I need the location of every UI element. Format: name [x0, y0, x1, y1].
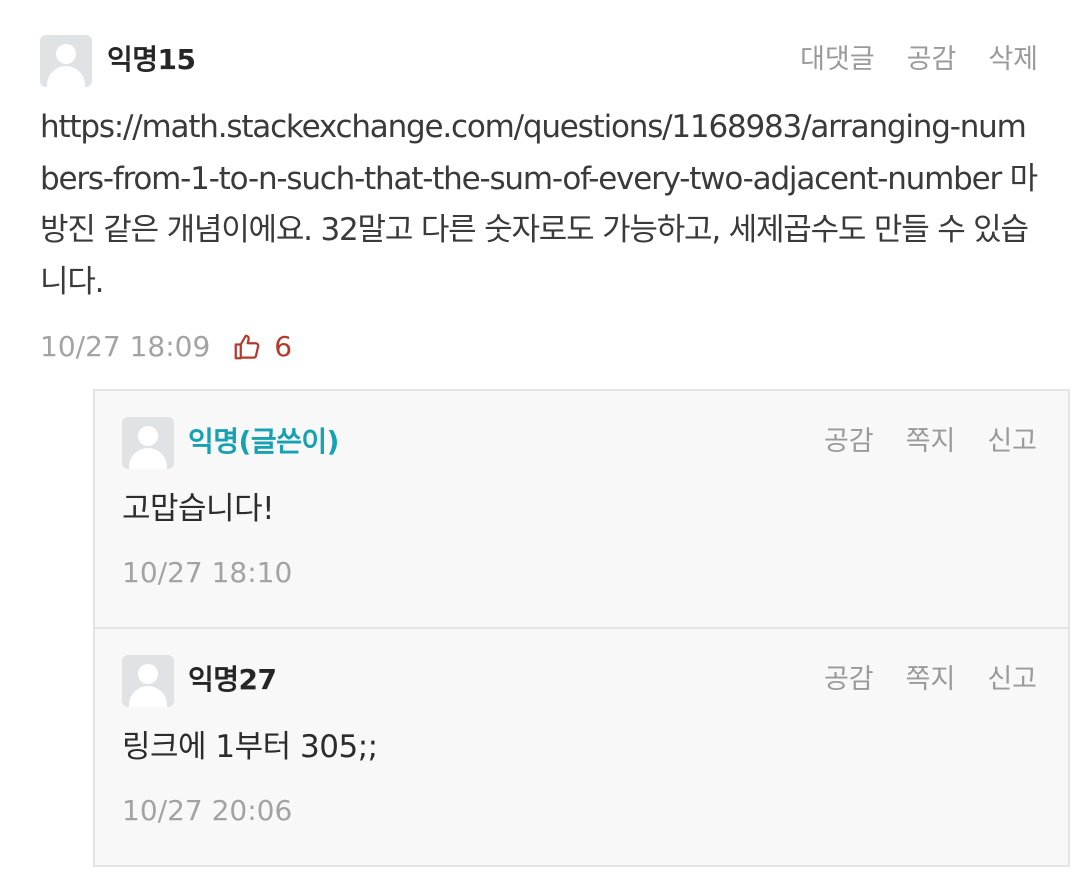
message-button[interactable]: 쪽지	[906, 663, 956, 697]
reply-author: 익명27	[188, 663, 277, 696]
message-button[interactable]: 쪽지	[906, 425, 956, 459]
reply-timestamp: 10/27 18:10	[122, 556, 293, 589]
avatar	[122, 417, 174, 469]
reply-actions: 공감 쪽지 신고	[824, 425, 1037, 459]
like-count-badge: 6	[232, 330, 292, 364]
reply-button[interactable]: 대댓글	[800, 43, 875, 77]
reply-timestamp: 10/27 20:06	[122, 794, 293, 827]
avatar-head-shape	[138, 426, 158, 446]
avatar-body-shape	[47, 66, 85, 87]
reply-meta: 10/27 20:06	[122, 794, 292, 828]
like-button[interactable]: 공감	[907, 43, 957, 77]
comment-body: https://math.stackexchange.com/questions…	[40, 109, 1038, 300]
reply-text: 링크에 1부터 305;;	[122, 729, 378, 765]
reply-text: 고맙습니다!	[122, 491, 275, 527]
comment-timestamp: 10/27 18:09	[40, 330, 211, 363]
reply-actions: 공감 쪽지 신고	[824, 663, 1037, 697]
delete-button[interactable]: 삭제	[988, 43, 1038, 77]
like-button[interactable]: 공감	[824, 425, 874, 459]
thumbs-up-icon	[234, 334, 260, 360]
avatar-head-shape	[138, 664, 158, 684]
reply-meta: 10/27 18:10	[122, 556, 292, 590]
like-button[interactable]: 공감	[824, 663, 874, 697]
avatar-body-shape	[129, 448, 167, 469]
avatar	[40, 35, 92, 87]
comment-actions: 대댓글 공감 삭제	[800, 43, 1038, 77]
avatar-head-shape	[56, 44, 76, 64]
comment-meta: 10/27 18:09 6	[40, 330, 292, 364]
like-count: 6	[274, 330, 293, 363]
reply-item: 익명27 공감 쪽지 신고 링크에 1부터 305;; 10/27 20:06	[93, 627, 1070, 867]
report-button[interactable]: 신고	[987, 663, 1037, 697]
avatar	[122, 655, 174, 707]
reply-author: 익명(글쓴이)	[188, 425, 339, 458]
comment-author: 익명15	[107, 43, 196, 76]
reply-item: 익명(글쓴이) 공감 쪽지 신고 고맙습니다! 10/27 18:10	[93, 389, 1070, 629]
report-button[interactable]: 신고	[987, 425, 1037, 459]
avatar-body-shape	[129, 686, 167, 707]
